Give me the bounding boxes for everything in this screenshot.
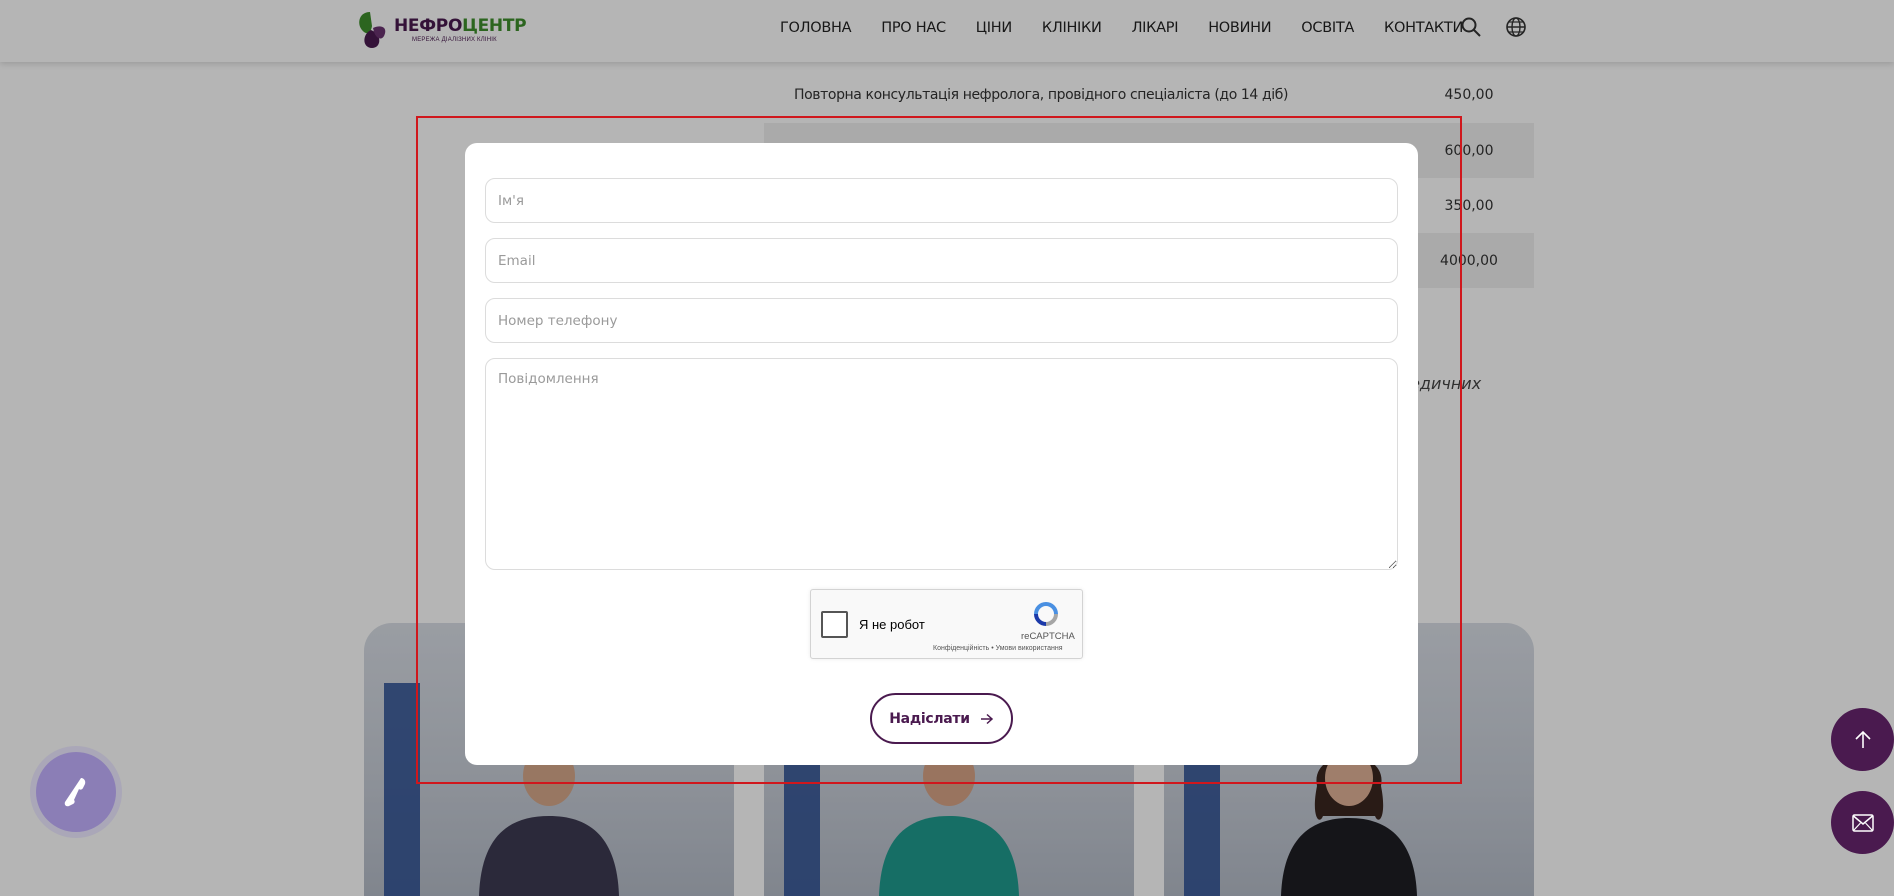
- submit-button[interactable]: Надіслати: [870, 693, 1013, 744]
- message-textarea[interactable]: [485, 358, 1398, 570]
- email-input[interactable]: [485, 238, 1398, 283]
- submit-button-label: Надіслати: [889, 710, 970, 727]
- phone-icon: [64, 778, 86, 807]
- recaptcha-links[interactable]: Конфіденційність • Умови використання: [933, 645, 1063, 652]
- scroll-top-button[interactable]: [1831, 708, 1894, 771]
- recaptcha-logo-icon: [1034, 602, 1058, 626]
- mail-button[interactable]: [1831, 791, 1894, 854]
- mail-icon: [1851, 813, 1874, 832]
- phone-input[interactable]: [485, 298, 1398, 343]
- phone-button[interactable]: [36, 752, 116, 832]
- recaptcha-widget: Я не робот reCAPTCHA Конфіденційність • …: [810, 589, 1083, 659]
- arrow-up-icon: [1854, 730, 1871, 748]
- arrow-right-icon: [980, 713, 993, 724]
- recaptcha-checkbox[interactable]: [821, 611, 848, 638]
- name-input[interactable]: [485, 178, 1398, 223]
- recaptcha-brand: reCAPTCHA: [1021, 631, 1075, 642]
- recaptcha-label: Я не робот: [859, 617, 925, 632]
- contact-form-modal: Я не робот reCAPTCHA Конфіденційність • …: [465, 143, 1418, 765]
